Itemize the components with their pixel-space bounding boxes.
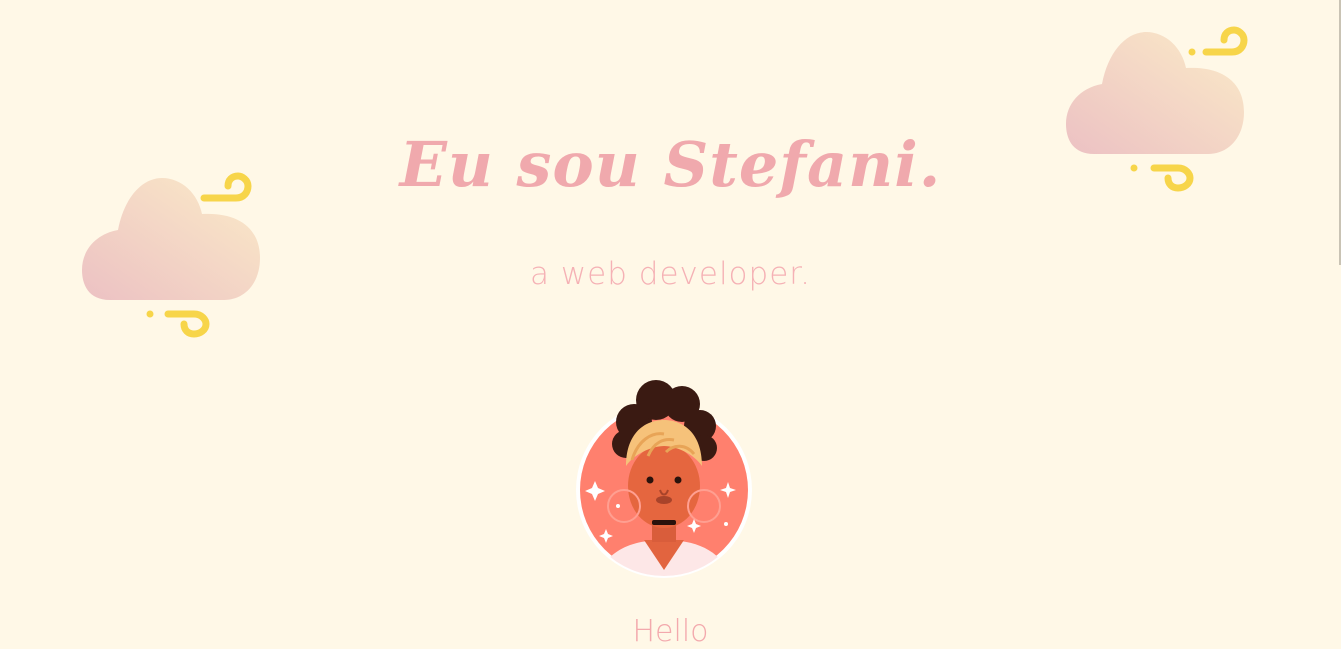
- about-heading: Hello: [632, 614, 709, 649]
- hero-title: Eu sou Stefani.: [399, 128, 942, 201]
- avatar: [576, 380, 752, 578]
- hero-subtitle: a web developer.: [529, 256, 812, 292]
